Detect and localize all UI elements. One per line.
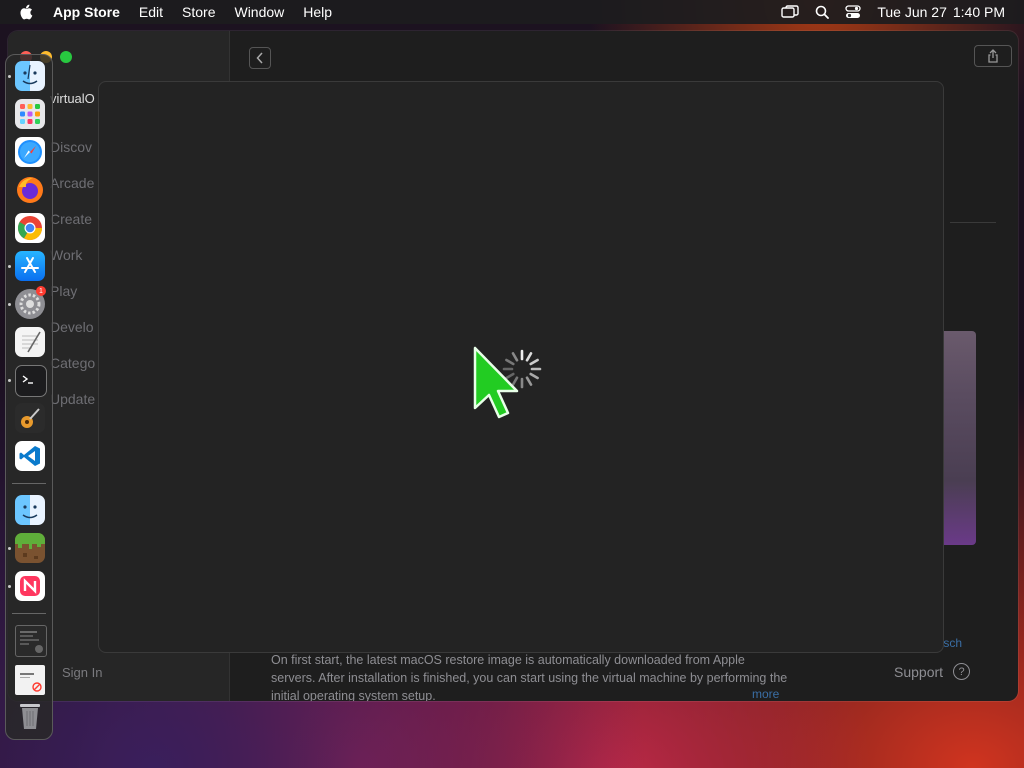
back-button[interactable]: [249, 47, 271, 69]
menu-edit[interactable]: Edit: [139, 4, 163, 20]
sidebar-item-create[interactable]: Create: [50, 211, 92, 227]
trash-icon[interactable]: [15, 701, 45, 731]
share-icon: [988, 49, 998, 63]
menu-help[interactable]: Help: [303, 4, 332, 20]
mouse-cursor-icon: [473, 346, 519, 419]
notification-badge: 1: [36, 286, 46, 296]
sidebar-item-arcade[interactable]: Arcade: [50, 175, 94, 191]
clock-time: 1:40 PM: [952, 4, 1005, 20]
search-field-text[interactable]: virtualO: [50, 91, 95, 106]
clock-day: Tue Jun 27: [877, 4, 947, 20]
screenshot-icon[interactable]: [15, 625, 47, 657]
finder-icon[interactable]: [15, 495, 45, 525]
launchpad-icon[interactable]: [15, 99, 45, 129]
sign-in-button[interactable]: Sign In: [62, 665, 102, 680]
section-divider: [950, 222, 996, 223]
screenshot-preview[interactable]: [940, 331, 976, 545]
dock-separator: [12, 613, 46, 614]
document-icon[interactable]: [15, 665, 45, 695]
sidebar-item-updates[interactable]: Update: [50, 391, 95, 407]
running-indicator: [8, 303, 11, 306]
chrome-icon[interactable]: [15, 213, 45, 243]
terminal-icon[interactable]: [15, 365, 47, 397]
menu-window[interactable]: Window: [234, 4, 284, 20]
running-indicator: [8, 75, 11, 78]
sidebar-item-work[interactable]: Work: [50, 247, 82, 263]
sidebar-item-develop[interactable]: Develo: [50, 319, 94, 335]
dock-separator: [12, 483, 46, 484]
firefox-icon[interactable]: [15, 175, 45, 205]
menu-bar: App Store Edit Store Window Help Tue Jun…: [0, 0, 1024, 24]
sidebar-item-discover[interactable]: Discov: [50, 139, 92, 155]
dock: 1: [5, 54, 53, 740]
running-indicator: [8, 379, 11, 382]
news-icon[interactable]: [15, 571, 45, 601]
running-indicator: [8, 585, 11, 588]
app-store-icon[interactable]: [15, 251, 45, 281]
menu-bar-clock[interactable]: Tue Jun 27 1:40 PM: [877, 4, 1005, 20]
chevron-left-icon: [256, 52, 263, 64]
grass-block-icon[interactable]: [15, 533, 45, 563]
help-icon: ?: [953, 663, 971, 680]
apple-menu-icon[interactable]: [18, 4, 34, 20]
guitar-icon[interactable]: [15, 403, 45, 433]
sidebar-item-categories[interactable]: Catego: [50, 355, 95, 371]
running-indicator: [8, 265, 11, 268]
textedit-icon[interactable]: [15, 327, 45, 357]
safari-icon[interactable]: [15, 137, 45, 167]
support-link[interactable]: Support ?: [894, 663, 971, 680]
sidebar-item-play[interactable]: Play: [50, 283, 77, 299]
control-center-icon[interactable]: [845, 5, 861, 19]
share-button[interactable]: [974, 45, 1012, 67]
support-label: Support: [894, 663, 944, 680]
spotlight-search-icon[interactable]: [815, 5, 830, 19]
finder-icon[interactable]: [15, 61, 45, 91]
screen-mirroring-icon[interactable]: [781, 5, 800, 19]
zoom-window-button[interactable]: [60, 51, 72, 63]
app-description: On first start, the latest macOS restore…: [271, 653, 788, 701]
vscode-icon[interactable]: [15, 441, 45, 471]
running-indicator: [8, 547, 11, 550]
more-link[interactable]: more: [752, 687, 779, 701]
menu-store[interactable]: Store: [182, 4, 215, 20]
app-menu[interactable]: App Store: [53, 4, 120, 20]
